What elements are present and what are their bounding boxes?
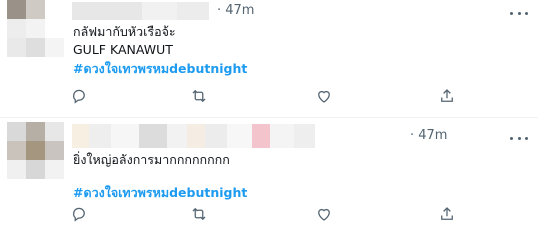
hashtag-link[interactable]: #ดวงใจเทวพรหมdebutnight [73, 61, 247, 77]
more-options-icon[interactable] [509, 130, 529, 146]
avatar-pixel [26, 19, 45, 38]
blurred-name-segment [139, 124, 167, 148]
more-options-icon[interactable] [509, 5, 529, 21]
avatar-pixel [7, 160, 26, 179]
tweet-timestamp[interactable]: · 47m [217, 3, 254, 18]
reply-icon[interactable] [70, 205, 90, 225]
blurred-name-segment [111, 124, 139, 148]
tweet-text-line: ยิ่งใหญ่อลังการมากกกกกกกก [73, 152, 230, 167]
avatar-pixel [45, 38, 64, 57]
blurred-name-segment [72, 124, 89, 148]
avatar-pixel [26, 0, 45, 19]
avatar-pixel [26, 141, 45, 160]
share-icon[interactable] [438, 87, 458, 107]
tweet-text-line: กลัฟมากับหัวเรือจ้ะ [73, 24, 176, 39]
tweet-text-line: GULF KANAWUT [73, 42, 173, 57]
blurred-name-segment [187, 124, 205, 148]
tweet[interactable]: · 47m ยิ่งใหญ่อลังการมากกกกกกกก #ดวงใจเท… [0, 117, 538, 246]
blurred-name-segment [177, 2, 209, 20]
avatar-pixel [7, 141, 26, 160]
blurred-name-segment [167, 124, 187, 148]
tweet[interactable]: · 47m กลัฟมากับหัวเรือจ้ะ GULF KANAWUT #… [0, 0, 538, 117]
hashtag-link[interactable]: #ดวงใจเทวพรหมdebutnight [73, 185, 247, 201]
blurred-name-segment [270, 124, 294, 148]
avatar-pixel [7, 38, 26, 57]
blurred-name-segment [294, 124, 315, 148]
avatar[interactable] [7, 0, 64, 57]
avatar-pixel [7, 19, 26, 38]
blurred-name-segment [72, 2, 142, 20]
tweet-actions [70, 87, 460, 107]
reply-icon[interactable] [70, 87, 90, 107]
avatar[interactable] [7, 122, 64, 179]
avatar-pixel [26, 160, 45, 179]
avatar-pixel [45, 141, 64, 160]
share-icon[interactable] [438, 205, 458, 225]
tweet-actions [70, 205, 460, 225]
avatar-pixel [45, 19, 64, 38]
blurred-name-segment [89, 124, 111, 148]
blurred-name-segment [252, 124, 270, 148]
blurred-name-segment [142, 2, 177, 20]
retweet-icon[interactable] [190, 87, 210, 107]
blurred-name-segment [205, 124, 227, 148]
retweet-icon[interactable] [190, 205, 210, 225]
blurred-user-name[interactable] [72, 2, 209, 20]
avatar-pixel [45, 160, 64, 179]
avatar-pixel [7, 0, 26, 19]
avatar-pixel [7, 122, 26, 141]
avatar-pixel [45, 122, 64, 141]
avatar-pixel [45, 0, 64, 19]
blurred-user-name[interactable] [72, 124, 315, 148]
tweet-timestamp[interactable]: · 47m [410, 128, 447, 143]
avatar-pixel [26, 38, 45, 57]
avatar-pixel [26, 122, 45, 141]
like-icon[interactable] [315, 205, 335, 225]
like-icon[interactable] [315, 87, 335, 107]
blurred-name-segment [227, 124, 252, 148]
